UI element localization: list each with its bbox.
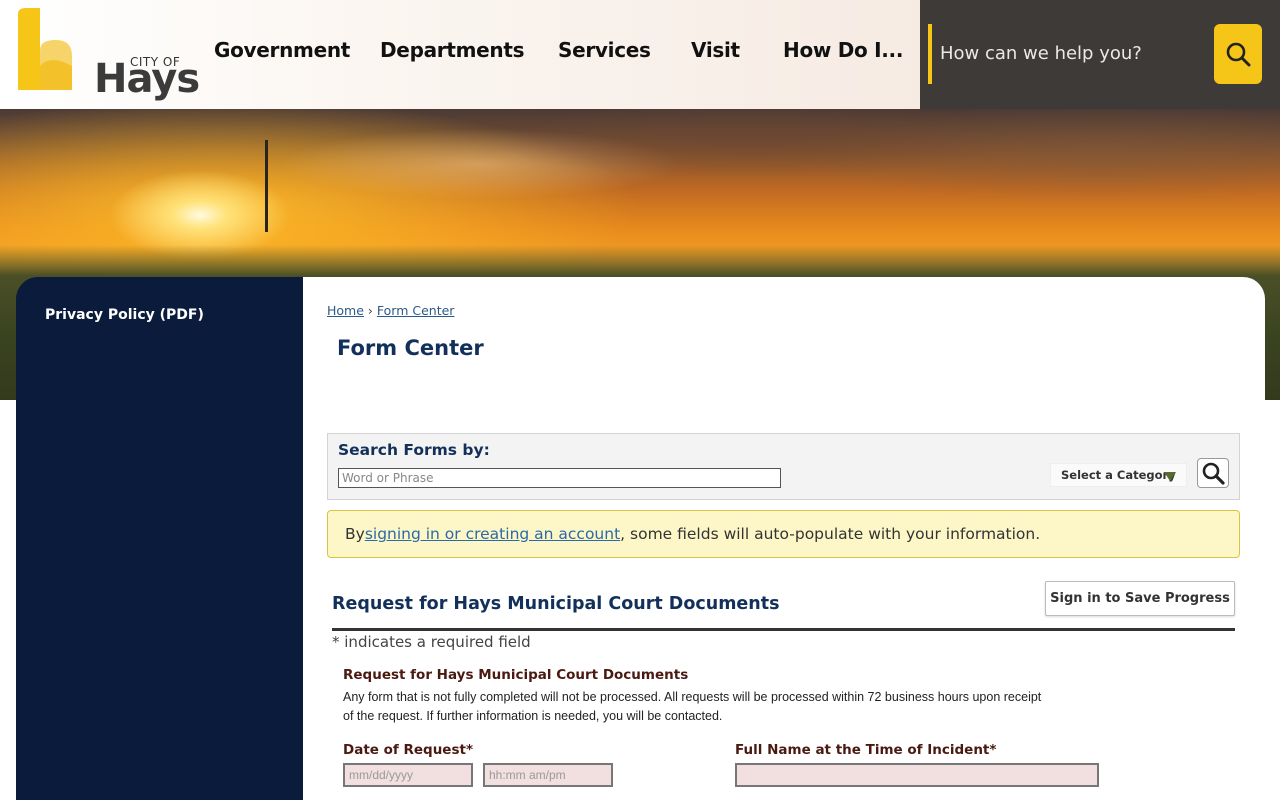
time-of-request-input[interactable] xyxy=(483,763,613,787)
left-sidebar: Privacy Policy (PDF) xyxy=(16,277,304,800)
sidebar-item-privacy-policy[interactable]: Privacy Policy (PDF) xyxy=(45,307,204,323)
hero-clouds xyxy=(0,109,1280,229)
main-content: Home › Form Center Form Center Search Fo… xyxy=(303,277,1265,800)
nav-departments[interactable]: Departments xyxy=(380,38,525,62)
triangle-down-icon xyxy=(1164,472,1176,481)
category-select-label: Select a Category xyxy=(1061,468,1176,482)
sign-in-link[interactable]: signing in or creating an account xyxy=(365,525,620,543)
notice-suffix: , some fields will auto-populate with yo… xyxy=(620,525,1041,543)
auto-populate-notice: By signing in or creating an account, so… xyxy=(327,510,1240,558)
logo-mark-icon xyxy=(18,8,72,90)
section-description-line-2: of the request. If further information i… xyxy=(343,709,723,723)
full-name-input[interactable] xyxy=(735,763,1099,787)
header-nav-area: CITY OF Hays Government Departments Serv… xyxy=(0,0,920,109)
page-title: Form Center xyxy=(337,336,484,360)
breadcrumb-form-center[interactable]: Form Center xyxy=(377,303,455,318)
site-search-button[interactable] xyxy=(1214,24,1262,84)
nav-visit[interactable]: Visit xyxy=(691,38,740,62)
full-name-label: Full Name at the Time of Incident* xyxy=(735,742,997,758)
category-select[interactable]: Select a Category xyxy=(1050,463,1187,487)
hero-utility-pole xyxy=(265,140,268,232)
section-description-line-1: Any form that is not fully completed wil… xyxy=(343,690,1042,704)
breadcrumb: Home › Form Center xyxy=(327,303,454,318)
logo-city-name: Hays xyxy=(94,56,200,102)
breadcrumb-home[interactable]: Home xyxy=(327,303,364,318)
nav-how-do-i[interactable]: How Do I... xyxy=(783,38,903,62)
section-description: Any form that is not fully completed wil… xyxy=(343,688,1103,726)
search-icon xyxy=(1226,42,1251,67)
form-title: Request for Hays Municipal Court Documen… xyxy=(332,594,780,614)
required-field-note: * indicates a required field xyxy=(332,633,531,651)
nav-government[interactable]: Government xyxy=(214,38,350,62)
header-search-area xyxy=(920,0,1280,109)
sign-in-save-progress-button[interactable]: Sign in to Save Progress xyxy=(1045,581,1235,616)
search-forms-label: Search Forms by: xyxy=(338,441,490,459)
magnifier-icon xyxy=(1202,462,1225,485)
form-title-rule xyxy=(332,628,1235,631)
search-forms-input[interactable] xyxy=(338,468,781,488)
date-of-request-label: Date of Request* xyxy=(343,742,474,758)
breadcrumb-separator: › xyxy=(367,303,373,318)
forms-search-button[interactable] xyxy=(1197,458,1229,488)
search-forms-panel: Search Forms by: Select a Category xyxy=(327,433,1240,500)
section-heading: Request for Hays Municipal Court Documen… xyxy=(343,667,689,683)
search-accent-bar xyxy=(928,24,932,84)
site-header: CITY OF Hays Government Departments Serv… xyxy=(0,0,1280,109)
nav-services[interactable]: Services xyxy=(558,38,651,62)
site-search-input[interactable] xyxy=(940,30,1210,76)
notice-prefix: By xyxy=(345,525,365,543)
date-of-request-input[interactable] xyxy=(343,763,473,787)
city-logo[interactable]: CITY OF Hays xyxy=(14,6,200,102)
